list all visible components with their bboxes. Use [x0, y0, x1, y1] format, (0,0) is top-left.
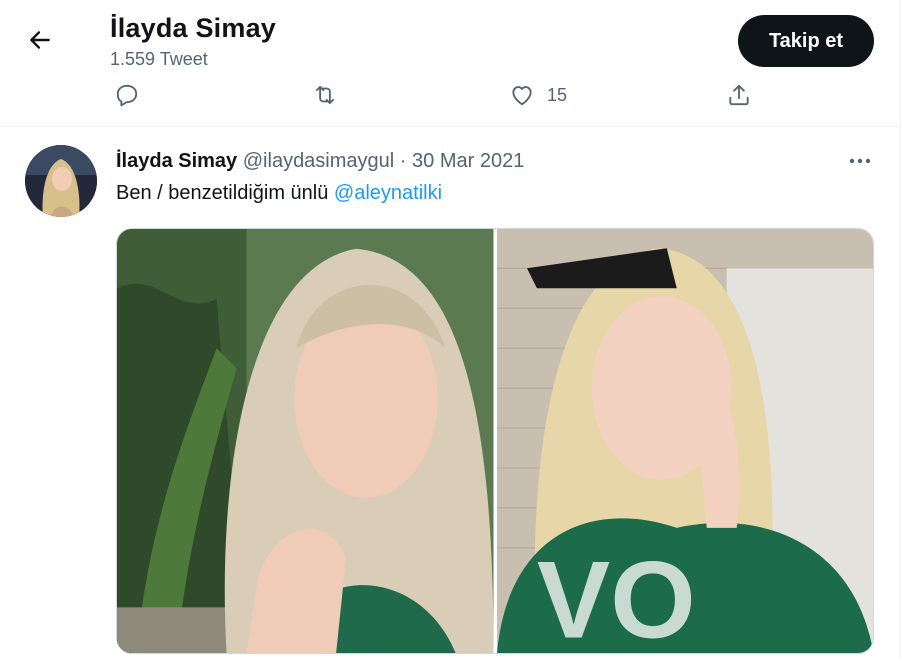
heart-icon: [512, 86, 532, 106]
tweet-photo-1[interactable]: [117, 229, 494, 653]
tweet-photo-2[interactable]: VO: [496, 229, 873, 653]
follow-button[interactable]: Takip et: [738, 15, 874, 67]
column-border: [900, 0, 901, 659]
tweet-body: Ben / benzetildiğim ünlü: [116, 182, 329, 204]
meta-separator: ·: [399, 150, 407, 172]
retweet-button[interactable]: [312, 76, 338, 114]
profile-header: İlayda Simay 1.559 Tweet Takip et: [0, 0, 900, 72]
share-icon: [729, 84, 749, 106]
more-options-button[interactable]: [846, 150, 874, 172]
reply-icon: [116, 84, 138, 107]
author-name[interactable]: İlayda Simay: [116, 150, 237, 172]
svg-text:VO: VO: [536, 540, 695, 653]
arrow-left-icon: [30, 31, 50, 49]
like-count: 15: [547, 84, 568, 105]
like-button[interactable]: 15: [509, 76, 567, 114]
section-divider: [0, 126, 900, 127]
mention-link[interactable]: @aleynatilki: [334, 182, 442, 204]
more-horizontal-icon: [849, 158, 871, 164]
author-handle[interactable]: @ilaydasimaygul: [243, 150, 394, 172]
author-avatar[interactable]: [25, 145, 97, 217]
reply-button[interactable]: [114, 76, 140, 114]
tweet-count: 1.559 Tweet: [110, 49, 208, 69]
profile-title: İlayda Simay: [110, 13, 276, 43]
retweet-icon: [315, 85, 335, 105]
tweet-date[interactable]: 30 Mar 2021: [412, 150, 524, 172]
tweet-media-grid: VO: [116, 228, 874, 654]
tweet-text: Ben / benzetildiğim ünlü @aleynatilki: [116, 182, 442, 205]
tweet-action-bar: 15: [0, 76, 900, 114]
back-button[interactable]: [22, 22, 58, 58]
share-button[interactable]: [726, 76, 752, 114]
tweet-header: İlayda Simay @ilaydasimaygul · 30 Mar 20…: [116, 150, 524, 173]
